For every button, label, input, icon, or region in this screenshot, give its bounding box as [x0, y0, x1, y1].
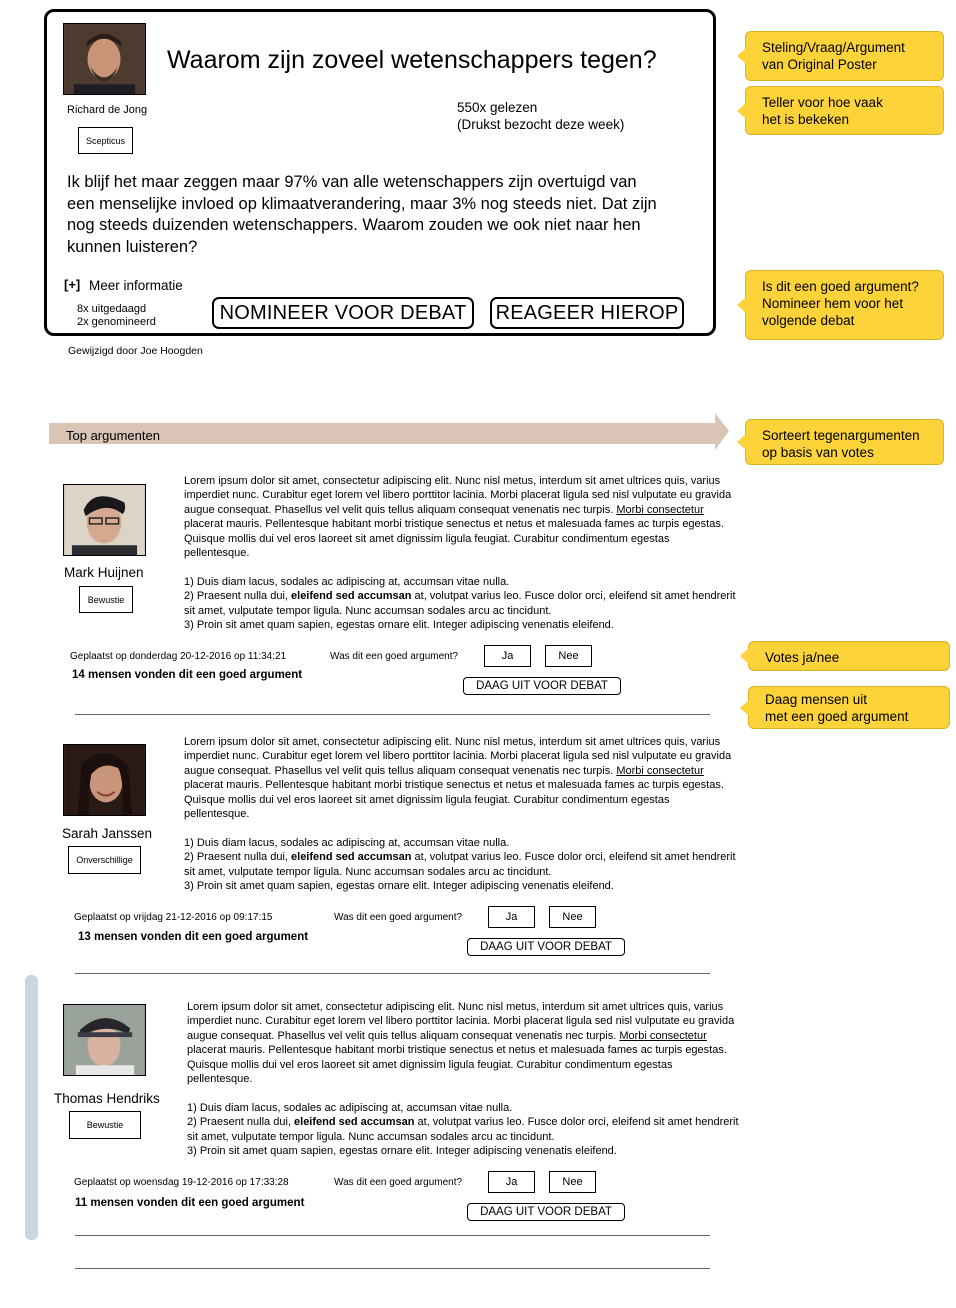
argument-author-badge: Onverschillige: [68, 846, 141, 874]
vote-no-button[interactable]: Nee: [549, 906, 596, 928]
nominate-button[interactable]: NOMINEER VOOR DEBAT: [212, 297, 474, 329]
argument-divider: [75, 714, 710, 715]
more-info-toggle[interactable]: [+]: [64, 277, 80, 292]
argument-author-name[interactable]: Thomas Hendriks: [54, 1091, 160, 1106]
vote-question: Was dit een goed argument?: [330, 651, 459, 662]
top-arguments-label: Top argumenten: [66, 428, 160, 443]
annotation-votes: Votes ja/nee: [740, 641, 950, 671]
vote-question: Was dit een goed argument?: [334, 1177, 463, 1188]
selection-indicator: [25, 975, 38, 1240]
challenge-button[interactable]: DAAG UIT VOOR DEBAT: [463, 677, 621, 695]
vote-count: 14 mensen vonden dit een goed argument: [72, 669, 303, 681]
argument-author-avatar[interactable]: [63, 744, 146, 816]
op-title: Waarom zijn zoveel wetenschappers tegen?: [167, 46, 657, 74]
op-author-name[interactable]: Richard de Jong: [67, 104, 147, 116]
view-count: 550x gelezen: [457, 100, 538, 115]
view-counter: 550x gelezen (Drukst bezocht deze week): [457, 99, 624, 133]
argument-body: Lorem ipsum dolor sit amet, consectetur …: [184, 736, 736, 893]
argument-link[interactable]: Morbi consectetur: [616, 765, 703, 777]
posted-date: Geplaatst op vrijdag 21-12-2016 op 09:17…: [74, 912, 273, 923]
argument-author-name[interactable]: Mark Huijnen: [64, 565, 144, 580]
nominated-count: 2x genomineerd: [77, 316, 156, 328]
more-info-link[interactable]: Meer informatie: [89, 278, 183, 293]
view-count-note: (Drukst bezocht deze week): [457, 117, 625, 132]
argument-author-badge: Bewustie: [69, 1111, 141, 1139]
annotation-op: Steling/Vraag/Argument van Original Poste…: [737, 31, 944, 81]
posted-date: Geplaatst op woensdag 19-12-2016 op 17:3…: [74, 1177, 289, 1188]
op-author-badge: Scepticus: [78, 127, 133, 154]
argument-link[interactable]: Morbi consectetur: [619, 1030, 706, 1042]
vote-count: 13 mensen vonden dit een goed argument: [78, 931, 309, 943]
top-arguments-bar[interactable]: Top argumenten: [49, 413, 729, 450]
argument-author-avatar[interactable]: [63, 484, 146, 556]
vote-question: Was dit een goed argument?: [334, 912, 463, 923]
vote-yes-button[interactable]: Ja: [488, 1171, 535, 1193]
annotation-sort: Sorteert tegenargumenten op basis van vot…: [737, 419, 944, 465]
vote-yes-button[interactable]: Ja: [484, 645, 531, 667]
argument-body: Lorem ipsum dolor sit amet, consectetur …: [184, 475, 736, 632]
vote-yes-button[interactable]: Ja: [488, 906, 535, 928]
argument-divider: [75, 1235, 710, 1236]
op-author-avatar[interactable]: [63, 23, 146, 95]
op-body: Ik blijf het maar zeggen maar 97% van al…: [67, 173, 657, 256]
argument-body: Lorem ipsum dolor sit amet, consectetur …: [187, 1001, 739, 1158]
argument-link[interactable]: Morbi consectetur: [616, 504, 703, 516]
vote-no-button[interactable]: Nee: [549, 1171, 596, 1193]
annotation-views: Teller voor hoe vaak het is bekeken: [737, 86, 944, 135]
vote-no-button[interactable]: Nee: [545, 645, 592, 667]
posted-date: Geplaatst op donderdag 20-12-2016 op 11:…: [70, 651, 287, 662]
challenged-count: 8x uitgedaagd: [77, 303, 147, 315]
annotation-nominate: Is dit een goed argument? Nomineer hem vo…: [737, 270, 944, 340]
argument-author-avatar[interactable]: [63, 1004, 146, 1076]
reply-button[interactable]: REAGEER HIEROP: [490, 297, 684, 329]
annotation-challenge: Daag mensen uit met een goed argument: [740, 686, 950, 729]
edited-by: Gewijzigd door Joe Hoogden: [68, 345, 203, 357]
argument-divider: [75, 1268, 710, 1269]
vote-count: 11 mensen vonden dit een goed argument: [75, 1197, 305, 1209]
challenge-button[interactable]: DAAG UIT VOOR DEBAT: [467, 938, 625, 956]
challenge-button[interactable]: DAAG UIT VOOR DEBAT: [467, 1203, 625, 1221]
argument-author-name[interactable]: Sarah Janssen: [62, 826, 152, 841]
argument-author-badge: Bewustie: [79, 586, 133, 613]
argument-divider: [75, 973, 710, 974]
